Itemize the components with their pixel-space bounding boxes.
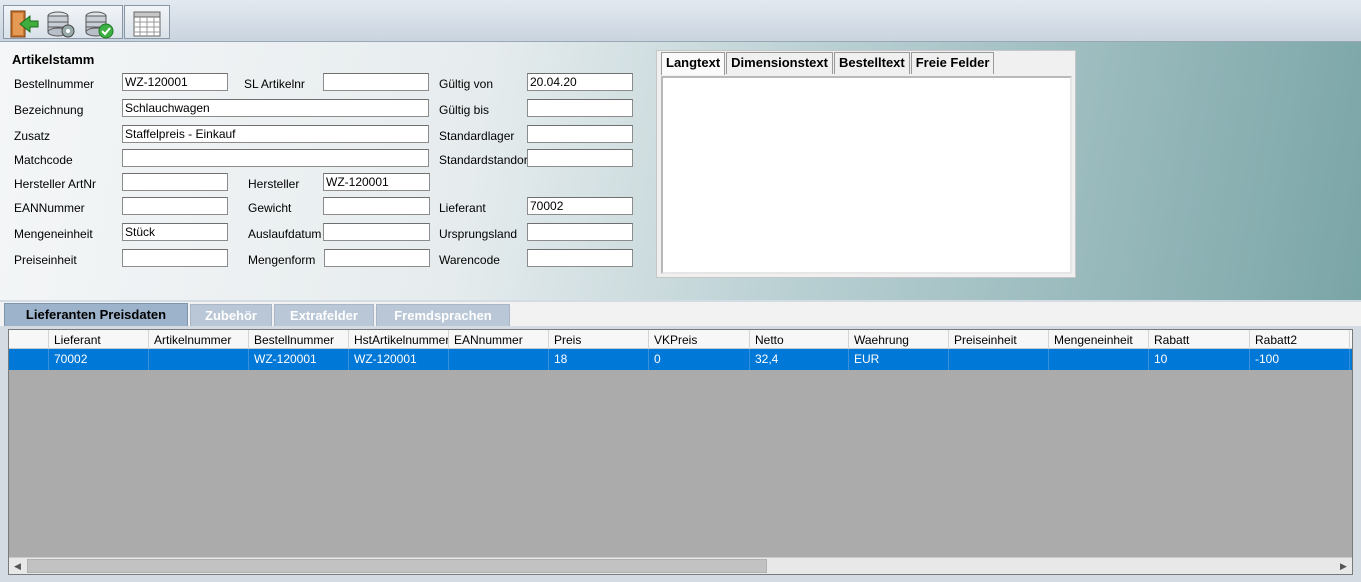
ursprungsland-field[interactable]	[527, 223, 633, 241]
row-header-corner	[9, 330, 49, 349]
column-header-rabatt[interactable]: Rabatt	[1149, 330, 1250, 349]
column-header-rabatt2[interactable]: Rabatt2	[1250, 330, 1350, 349]
bestellnummer-field[interactable]: WZ-120001	[122, 73, 228, 91]
supplier-price-grid: Lieferant Artikelnummer Bestellnummer Hs…	[8, 329, 1353, 575]
label-hersteller: Hersteller	[248, 177, 300, 191]
label-mengenform: Mengenform	[248, 253, 316, 267]
mengeneinheit-field[interactable]: Stück	[122, 223, 228, 241]
gewicht-field[interactable]	[323, 197, 430, 215]
grid-header: Lieferant Artikelnummer Bestellnummer Hs…	[9, 330, 1352, 349]
label-sl-artikelnr: SL Artikelnr	[244, 77, 305, 91]
tab-bestelltext[interactable]: Bestelltext	[833, 52, 910, 74]
column-header-mengeneinheit[interactable]: Mengeneinheit	[1049, 330, 1149, 349]
detail-tabs: Lieferanten Preisdaten Zubehör Extrafeld…	[0, 302, 1361, 326]
gueltig-von-field[interactable]: 20.04.20	[527, 73, 633, 91]
cell-artikelnummer[interactable]	[149, 349, 249, 370]
column-header-preis[interactable]: Preis	[549, 330, 649, 349]
label-gewicht: Gewicht	[248, 201, 292, 215]
cell-netto[interactable]: 32,4	[750, 349, 849, 370]
cell-eannummer[interactable]	[449, 349, 549, 370]
label-hersteller-artnr: Hersteller ArtNr	[14, 177, 97, 191]
label-auslaufdatum: Auslaufdatum	[248, 227, 322, 241]
tab-fremdsprachen[interactable]: Fremdsprachen	[376, 304, 510, 326]
tab-zubehoer[interactable]: Zubehör	[190, 304, 272, 326]
cell-rabatt2[interactable]: -100	[1250, 349, 1350, 370]
label-gueltig-bis: Gültig bis	[439, 103, 490, 117]
cell-vkpreis[interactable]: 0	[649, 349, 750, 370]
standardstandort-field[interactable]	[527, 149, 633, 167]
sl-artikelnr-field[interactable]	[323, 73, 429, 91]
row-selector[interactable]	[9, 349, 49, 370]
label-standardlager: Standardlager	[439, 129, 515, 143]
column-header-netto[interactable]: Netto	[750, 330, 849, 349]
bezeichnung-field[interactable]: Schlauchwagen	[122, 99, 429, 117]
gueltig-bis-field[interactable]	[527, 99, 633, 117]
toolbar	[0, 0, 1361, 42]
mengenform-field[interactable]	[324, 249, 430, 267]
tab-langtext[interactable]: Langtext	[661, 52, 726, 75]
label-bestellnummer: Bestellnummer	[14, 77, 95, 91]
scrollbar-thumb[interactable]	[27, 559, 767, 573]
text-tabs: Langtext Dimensionstext Bestelltext Frei…	[661, 52, 995, 75]
exit-door-icon	[10, 10, 39, 38]
column-header-lieferant[interactable]: Lieferant	[49, 330, 149, 349]
cell-bestellnummer[interactable]: WZ-120001	[249, 349, 349, 370]
auslaufdatum-field[interactable]	[323, 223, 430, 241]
standardlager-field[interactable]	[527, 125, 633, 143]
database-check-icon	[85, 11, 114, 39]
label-matchcode: Matchcode	[14, 153, 73, 167]
cell-lieferant[interactable]: 70002	[49, 349, 149, 370]
zusatz-field[interactable]: Staffelpreis - Einkauf	[122, 125, 429, 143]
tab-dimensionstext[interactable]: Dimensionstext	[726, 52, 833, 74]
cell-preiseinheit[interactable]	[949, 349, 1049, 370]
label-lieferant: Lieferant	[439, 201, 486, 215]
langtext-textarea[interactable]	[661, 76, 1072, 274]
label-zusatz: Zusatz	[14, 129, 51, 143]
table-view-button[interactable]	[130, 8, 164, 40]
toolbar-group-main	[3, 5, 123, 39]
tab-extrafelder[interactable]: Extrafelder	[274, 304, 374, 326]
database-settings-icon	[47, 11, 75, 38]
table-row[interactable]: 70002 WZ-120001 WZ-120001 18 0 32,4 EUR …	[9, 349, 1352, 370]
column-header-hstartikelnummer[interactable]: HstArtikelnummer	[349, 330, 449, 349]
label-bezeichnung: Bezeichnung	[14, 103, 84, 117]
column-header-preiseinheit[interactable]: Preiseinheit	[949, 330, 1049, 349]
preiseinheit-field[interactable]	[122, 249, 228, 267]
horizontal-scrollbar[interactable]: ◀ ▶	[9, 557, 1352, 574]
cell-hstartikelnummer[interactable]: WZ-120001	[349, 349, 449, 370]
column-header-artikelnummer[interactable]: Artikelnummer	[149, 330, 249, 349]
section-title: Artikelstamm	[12, 52, 95, 67]
text-tab-panel: Langtext Dimensionstext Bestelltext Frei…	[656, 50, 1076, 278]
cell-rabatt[interactable]: 10	[1149, 349, 1250, 370]
column-header-waehrung[interactable]: Waehrung	[849, 330, 949, 349]
label-ursprungsland: Ursprungsland	[439, 227, 518, 241]
database-settings-button[interactable]	[44, 8, 78, 40]
label-mengeneinheit: Mengeneinheit	[14, 227, 93, 241]
label-warencode: Warencode	[439, 253, 500, 267]
label-standardstandort: Standardstandort	[439, 153, 532, 167]
warencode-field[interactable]	[527, 249, 633, 267]
tab-freie-felder[interactable]: Freie Felder	[910, 52, 995, 74]
column-header-vkpreis[interactable]: VKPreis	[649, 330, 750, 349]
lieferant-field[interactable]: 70002	[527, 197, 633, 215]
eannummer-field[interactable]	[122, 197, 228, 215]
hersteller-field[interactable]: WZ-120001	[323, 173, 430, 191]
hersteller-artnr-field[interactable]	[122, 173, 228, 191]
toolbar-group-view	[124, 5, 170, 39]
cell-mengeneinheit[interactable]	[1049, 349, 1149, 370]
label-preiseinheit: Preiseinheit	[14, 253, 77, 267]
column-header-bestellnummer[interactable]: Bestellnummer	[249, 330, 349, 349]
calendar-grid-icon	[133, 11, 161, 37]
scroll-right-arrow-icon[interactable]: ▶	[1335, 558, 1352, 574]
matchcode-field[interactable]	[122, 149, 429, 167]
database-check-button[interactable]	[82, 8, 116, 40]
cell-waehrung[interactable]: EUR	[849, 349, 949, 370]
label-eannummer: EANNummer	[14, 201, 85, 215]
cell-preis[interactable]: 18	[549, 349, 649, 370]
tab-lieferanten-preisdaten[interactable]: Lieferanten Preisdaten	[4, 303, 188, 326]
label-gueltig-von: Gültig von	[439, 77, 494, 91]
column-header-eannummer[interactable]: EANnummer	[449, 330, 549, 349]
scroll-left-arrow-icon[interactable]: ◀	[9, 558, 26, 574]
exit-button[interactable]	[6, 8, 40, 40]
